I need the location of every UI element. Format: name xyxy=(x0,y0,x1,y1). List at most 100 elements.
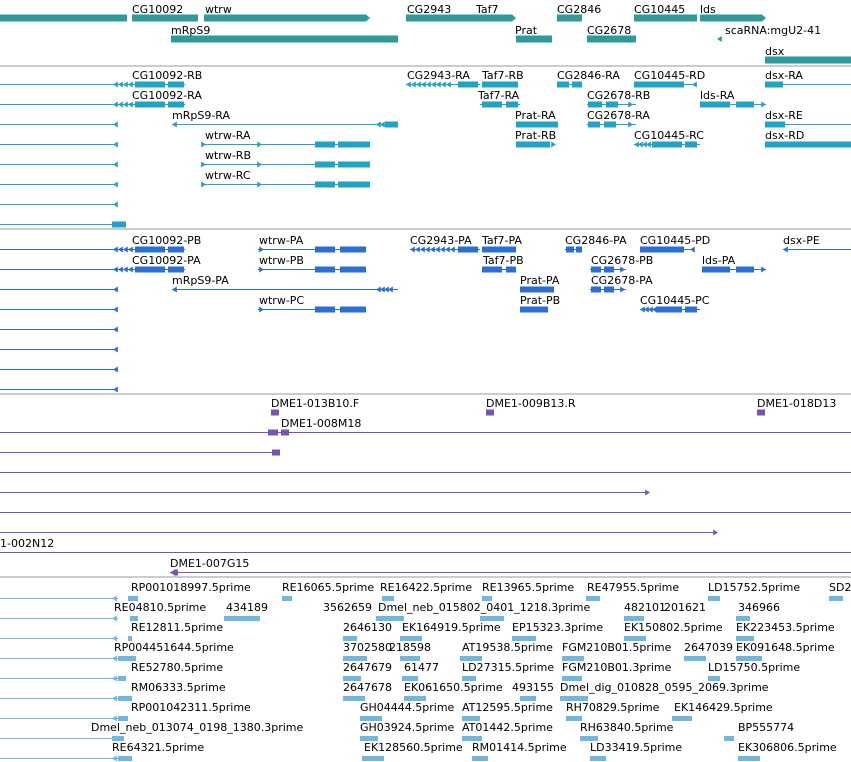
feature-label-cg10445-rd[interactable]: CG10445-RD xyxy=(634,69,705,82)
feature-label-dme1-013b10-f[interactable]: DME1-013B10.F xyxy=(271,397,359,410)
exon-block[interactable] xyxy=(135,81,165,88)
feature-label-mrps9-ra[interactable]: mRpS9-RA xyxy=(172,109,230,122)
est-label-rp001042311-5prime[interactable]: RP001042311.5prime xyxy=(131,701,251,714)
feature-label-cg10092-pb[interactable]: CG10092-PB xyxy=(132,234,201,247)
est-label-493155[interactable]: 493155 xyxy=(512,681,554,694)
feature-label-lds[interactable]: lds xyxy=(700,3,716,16)
feature-label-wtrw[interactable]: wtrw xyxy=(205,3,232,16)
est-label-3702580[interactable]: 3702580 xyxy=(343,641,392,654)
est-label-re64321-5prime[interactable]: RE64321.5prime xyxy=(112,741,204,754)
feature-label-cg2846[interactable]: CG2846 xyxy=(557,3,601,16)
exon-block[interactable] xyxy=(472,756,488,761)
est-label-re16422-5prime[interactable]: RE16422.5prime xyxy=(380,581,472,594)
exon-block[interactable] xyxy=(281,429,289,436)
feature-label-cg2678-rb[interactable]: CG2678-RB xyxy=(587,89,650,102)
exon-block[interactable] xyxy=(765,121,785,128)
est-label-482101[interactable]: 482101 xyxy=(624,601,666,614)
exon-block[interactable] xyxy=(708,596,720,601)
exon-block[interactable] xyxy=(168,266,184,273)
feature-label-dsx-ra[interactable]: dsx-RA xyxy=(765,69,803,82)
exon-block[interactable] xyxy=(516,141,550,148)
feature-label-cg2943[interactable]: CG2943 xyxy=(407,3,451,16)
exon-block[interactable] xyxy=(736,266,754,273)
est-label-3562659[interactable]: 3562659 xyxy=(323,601,372,614)
feature-label-cg2678-pb[interactable]: CG2678-PB xyxy=(591,254,653,267)
feature-label-cg2678-pa[interactable]: CG2678-PA xyxy=(591,274,653,287)
exon-block[interactable] xyxy=(588,121,600,128)
feature-label-taf7-pb[interactable]: Taf7-PB xyxy=(482,254,524,267)
feature-label-cg2678[interactable]: CG2678 xyxy=(587,24,631,37)
exon-block[interactable] xyxy=(486,409,494,416)
feature-label-prat-pb[interactable]: Prat-PB xyxy=(520,294,560,307)
est-label-rh70829-5prime[interactable]: RH70829.5prime xyxy=(566,701,660,714)
exon-block[interactable] xyxy=(684,656,706,661)
exon-block[interactable] xyxy=(118,756,132,761)
exon-block[interactable] xyxy=(135,266,165,273)
exon-block[interactable] xyxy=(338,141,370,148)
exon-block[interactable] xyxy=(685,141,697,148)
feature-label-cg10445-rc[interactable]: CG10445-RC xyxy=(634,129,704,142)
exon-block[interactable] xyxy=(702,266,730,273)
feature-label-wtrw-pc[interactable]: wtrw-PC xyxy=(259,294,304,307)
exon-block[interactable] xyxy=(268,429,278,436)
feature-label-cg10092-pa[interactable]: CG10092-PA xyxy=(132,254,201,267)
feature-label-dme1-008m18[interactable]: DME1-008M18 xyxy=(281,417,361,430)
exon-block[interactable] xyxy=(362,756,384,761)
exon-block[interactable] xyxy=(520,286,554,293)
exon-block[interactable] xyxy=(724,736,734,741)
exon-block[interactable] xyxy=(604,121,616,128)
exon-block[interactable] xyxy=(590,756,606,761)
est-label-re04810-5prime[interactable]: RE04810.5prime xyxy=(114,601,206,614)
exon-block[interactable] xyxy=(340,246,366,253)
feature-label-cg10445[interactable]: CG10445 xyxy=(634,3,685,16)
est-label-rm06333-5prime[interactable]: RM06333.5prime xyxy=(131,681,226,694)
exon-block[interactable] xyxy=(168,101,184,108)
exon-block[interactable] xyxy=(557,81,569,88)
exon-block[interactable] xyxy=(482,266,502,273)
est-label-ep15323-3prime[interactable]: EP15323.3prime xyxy=(512,621,603,634)
est-label-218598[interactable]: 218598 xyxy=(389,641,431,654)
est-label-ek146429-5prime[interactable]: EK146429.5prime xyxy=(674,701,773,714)
exon-block[interactable] xyxy=(482,81,518,88)
feature-label-wtrw-pa[interactable]: wtrw-PA xyxy=(259,234,304,247)
est-label-ek091648-5prime[interactable]: EK091648.5prime xyxy=(736,641,835,654)
est-label-ek150802-5prime[interactable]: EK150802.5prime xyxy=(624,621,723,634)
est-label-fgm210b01-5prime[interactable]: FGM210B01.5prime xyxy=(562,641,672,654)
feature-label-taf7-ra[interactable]: Taf7-RA xyxy=(477,89,520,102)
est-label-bp555774[interactable]: BP555774 xyxy=(738,721,794,734)
feature-label-taf7-rb[interactable]: Taf7-RB xyxy=(481,69,524,82)
feature-label-dme1-018d13[interactable]: DME1-018D13 xyxy=(757,397,836,410)
exon-block[interactable] xyxy=(516,121,558,128)
exon-block[interactable] xyxy=(634,81,684,88)
exon-block[interactable] xyxy=(738,756,760,761)
feature-label-dsx[interactable]: dsx xyxy=(765,45,785,58)
exon-block[interactable] xyxy=(656,306,682,313)
feature-label-cg10445-pd[interactable]: CG10445-PD xyxy=(640,234,710,247)
exon-block[interactable] xyxy=(829,596,843,601)
exon-block[interactable] xyxy=(482,101,502,108)
feature-label-wtrw-pb[interactable]: wtrw-PB xyxy=(259,254,304,267)
est-label-201621[interactable]: 201621 xyxy=(664,601,706,614)
est-label-gh04444-5prime[interactable]: GH04444.5prime xyxy=(360,701,455,714)
exon-block[interactable] xyxy=(672,716,692,721)
est-label-re13965-5prime[interactable]: RE13965.5prime xyxy=(482,581,574,594)
est-label-dmel-dig-010828-0595-2069-3prime[interactable]: Dmel_dig_010828_0595_2069.3prime xyxy=(560,681,769,694)
exon-block[interactable] xyxy=(700,101,730,108)
est-label-ld15750-5prime[interactable]: LD15750.5prime xyxy=(708,661,800,674)
feature-label-dme1-007g15[interactable]: DME1-007G15 xyxy=(170,557,249,570)
est-label-re52780-5prime[interactable]: RE52780.5prime xyxy=(131,661,223,674)
exon-block[interactable] xyxy=(271,409,279,416)
exon-block[interactable] xyxy=(520,306,548,313)
exon-block[interactable] xyxy=(566,246,574,253)
est-label-rp001018997-5prime[interactable]: RP001018997.5prime xyxy=(131,581,251,594)
exon-block[interactable] xyxy=(315,266,335,273)
exon-block[interactable] xyxy=(640,246,684,253)
feature-label-mrps9-pa[interactable]: mRpS9-PA xyxy=(172,274,229,287)
est-label-at19538-5prime[interactable]: AT19538.5prime xyxy=(462,641,553,654)
exon-block[interactable] xyxy=(118,696,132,701)
est-label-rp004451644-5prime[interactable]: RP004451644.5prime xyxy=(114,641,234,654)
feature-label-prat-rb[interactable]: Prat-RB xyxy=(515,129,556,142)
feature-label-prat-ra[interactable]: Prat-RA xyxy=(515,109,556,122)
feature-label-scarna-mgu2-41[interactable]: scaRNA:mgU2-41 xyxy=(725,24,821,37)
feature-label-cg10092[interactable]: CG10092 xyxy=(132,3,183,16)
